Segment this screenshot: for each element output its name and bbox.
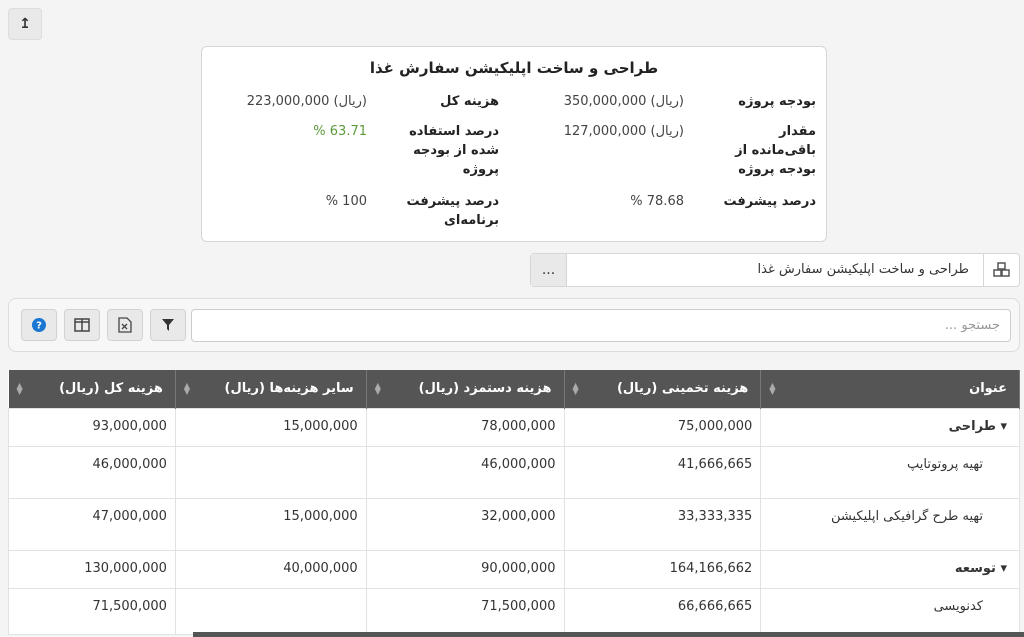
cubes-icon (983, 254, 1019, 286)
filter-button[interactable] (150, 309, 186, 341)
total-cost-value: 223,000,000 (ریال) (246, 94, 367, 109)
cell-wage: 32,000,000 (365, 497, 565, 551)
cell-total: 46,000,000 (8, 445, 176, 499)
cell-total: 130,000,000 (8, 549, 176, 589)
column-header-estimated[interactable]: هزینه تخمینی (ریال) ▲ ▼ (564, 370, 762, 408)
table-row[interactable]: کدنویسی 66,666,665 71,500,000 71,500,000 (8, 587, 1020, 635)
row-title: ▾ توسعه (760, 549, 1020, 589)
column-header-wage[interactable]: هزینه دستمزد (ریال) ▲ ▼ (366, 370, 565, 408)
column-header-other[interactable]: سایر هزینه‌ها (ریال) ▲ ▼ (175, 370, 367, 408)
expand-caret-icon[interactable]: ▾ (1000, 419, 1007, 434)
table-row-group[interactable]: ▾ طراحی 75,000,000 78,000,000 15,000,000… (8, 407, 1020, 447)
row-title: ▾ طراحی (760, 407, 1020, 447)
cost-table: عنوان ▲ ▼ هزینه تخمینی (ریال) ▲ ▼ هزینه دستم… (8, 370, 1020, 635)
total-cost-label: هزینه کل (440, 94, 499, 109)
cell-total: 93,000,000 (8, 407, 176, 447)
cell-wage: 46,000,000 (365, 445, 565, 499)
columns-button[interactable] (64, 309, 100, 341)
project-selector[interactable]: ... طراحی و ساخت اپلیکیشن سفارش غذا (530, 253, 1020, 287)
table-header-row: عنوان ▲ ▼ هزینه تخمینی (ریال) ▲ ▼ هزینه دستم… (8, 370, 1020, 408)
project-budget-value: 350,000,000 (ریال) (563, 94, 684, 109)
help-icon: ? (32, 318, 46, 332)
search-input[interactable] (191, 309, 1011, 342)
svg-text:?: ? (36, 321, 42, 332)
project-summary-card: طراحی و ساخت اپلیکیشن سفارش غذا بودجه پر… (201, 46, 827, 242)
cell-estimated: 66,666,665 (563, 587, 762, 635)
cell-total: 47,000,000 (8, 497, 176, 551)
row-title: تهیه طرح گرافیکی اپلیکیشن (760, 497, 1020, 551)
table-row-group[interactable]: ▾ توسعه 164,166,662 90,000,000 40,000,00… (8, 549, 1020, 589)
project-budget-label: بودجه پروژه (738, 94, 816, 109)
cell-other: 40,000,000 (174, 549, 367, 589)
remaining-budget-label: مقدار باقی‌مانده از بودجه پروژه (735, 124, 816, 177)
remaining-budget-value: 127,000,000 (ریال) (563, 124, 684, 139)
row-title: تهیه پروتوتایپ (760, 445, 1020, 499)
cell-other (174, 445, 367, 499)
used-percent-value: % 63.71 (313, 124, 367, 139)
sort-icon: ▲ ▼ (16, 381, 23, 396)
excel-export-button[interactable] (107, 309, 143, 341)
planned-progress-label: درصد پیشرفت برنامه‌ای (406, 194, 499, 228)
cell-wage: 71,500,000 (365, 587, 565, 635)
help-button[interactable]: ? (21, 309, 57, 341)
table-row[interactable]: تهیه طرح گرافیکی اپلیکیشن 33,333,335 32,… (8, 497, 1020, 551)
cell-other: 15,000,000 (174, 407, 367, 447)
sort-icon: ▲ ▼ (572, 381, 579, 396)
cell-total: 71,500,000 (8, 587, 176, 635)
columns-icon (74, 318, 90, 332)
planned-progress-value: % 100 (325, 194, 367, 209)
project-title: طراحی و ساخت اپلیکیشن سفارش غذا (369, 59, 659, 77)
column-header-total[interactable]: هزینه کل (ریال) ▲ ▼ (8, 370, 176, 408)
cell-wage: 90,000,000 (365, 549, 565, 589)
excel-export-icon (118, 317, 132, 333)
back-arrow-icon: ↥ (19, 16, 31, 32)
filter-icon (162, 319, 174, 331)
table-toolbar: ? (8, 298, 1020, 352)
column-header-title[interactable]: عنوان ▲ ▼ (760, 370, 1020, 408)
progress-value: % 78.68 (630, 194, 684, 209)
table-row[interactable]: تهیه پروتوتایپ 41,666,665 46,000,000 46,… (8, 445, 1020, 499)
back-button[interactable]: ↥ (8, 8, 42, 40)
cell-estimated: 41,666,665 (563, 445, 762, 499)
cell-estimated: 75,000,000 (563, 407, 762, 447)
used-percent-label: درصد استفاده شده از بودجه پروژه (409, 124, 499, 177)
sort-icon: ▲ ▼ (769, 381, 776, 396)
sort-icon: ▲ ▼ (183, 381, 191, 396)
cell-other (174, 587, 367, 635)
cell-estimated: 33,333,335 (563, 497, 762, 551)
expand-caret-icon[interactable]: ▾ (1000, 561, 1007, 576)
horizontal-scrollbar[interactable] (193, 632, 1024, 637)
project-more-button[interactable]: ... (531, 254, 567, 286)
cell-wage: 78,000,000 (365, 407, 565, 447)
sort-icon: ▲ ▼ (374, 381, 381, 396)
progress-label: درصد پیشرفت (723, 194, 816, 209)
cell-other: 15,000,000 (174, 497, 367, 551)
row-title: کدنویسی (760, 587, 1020, 635)
project-selector-value: طراحی و ساخت اپلیکیشن سفارش غذا (757, 262, 969, 277)
cell-estimated: 164,166,662 (563, 549, 762, 589)
